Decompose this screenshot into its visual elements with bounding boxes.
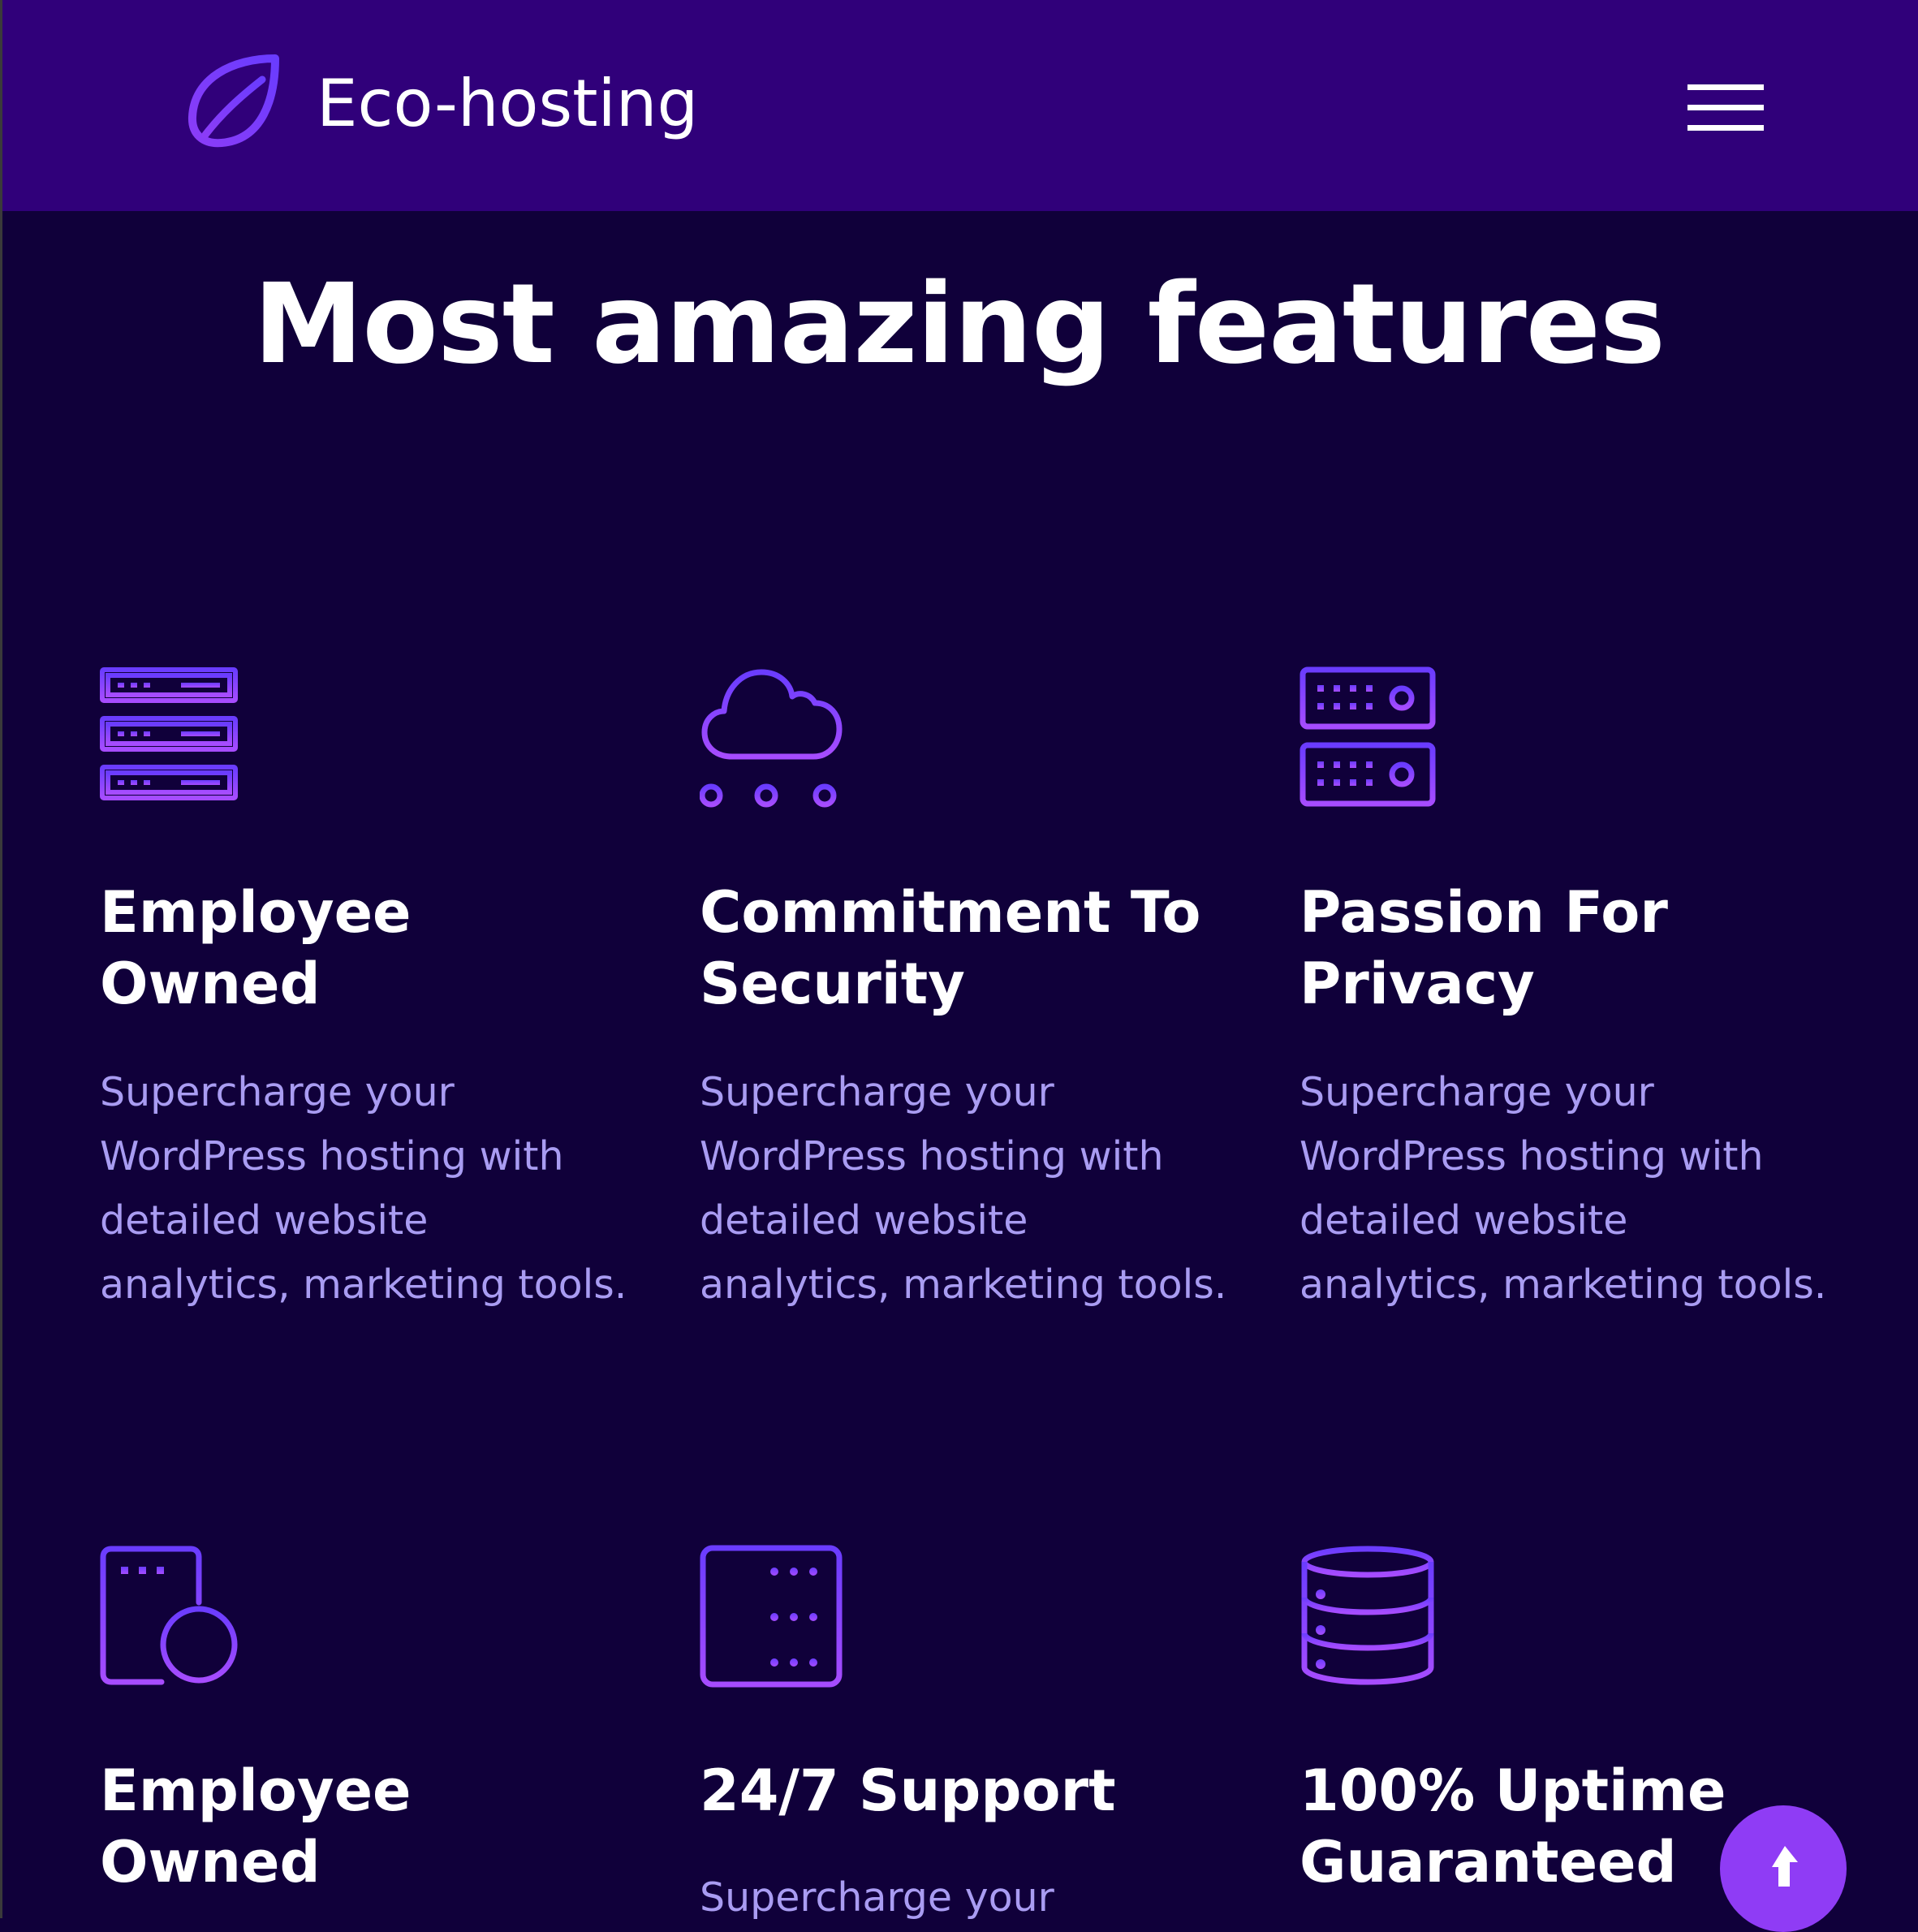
feature-title: Employee Owned (100, 1757, 412, 1895)
feature-description: Supercharge your (700, 1874, 1054, 1921)
database-icon (1301, 1546, 1434, 1685)
feature-title: Commitment To Security (700, 879, 1201, 1017)
server-rack-icon (100, 667, 238, 800)
site-header: Eco-hosting (2, 0, 1918, 211)
feature-description: Supercharge your WordPress hosting with … (700, 1069, 1227, 1308)
section-heading: Most amazing features (253, 261, 1666, 389)
arrow-up-icon (1772, 1846, 1798, 1887)
cloud-network-icon (700, 669, 843, 808)
scroll-to-top-button[interactable] (1720, 1805, 1847, 1932)
hamburger-menu-icon (1687, 84, 1764, 90)
feature-description: Supercharge your WordPress hosting with … (100, 1069, 627, 1308)
server-stack-icon (700, 1545, 843, 1688)
feature-description: Supercharge your WordPress hosting with … (1299, 1069, 1827, 1308)
server-remove-icon (100, 1546, 238, 1685)
leaf-icon[interactable] (184, 54, 280, 149)
menu-button[interactable] (1687, 81, 1765, 135)
server-drives-icon (1299, 666, 1436, 807)
feature-title: Passion For Privacy (1299, 879, 1668, 1017)
feature-title: 24/7 Support (700, 1757, 1116, 1824)
brand-name[interactable]: Eco-hosting (317, 65, 698, 143)
feature-title: Employee Owned (100, 879, 412, 1017)
